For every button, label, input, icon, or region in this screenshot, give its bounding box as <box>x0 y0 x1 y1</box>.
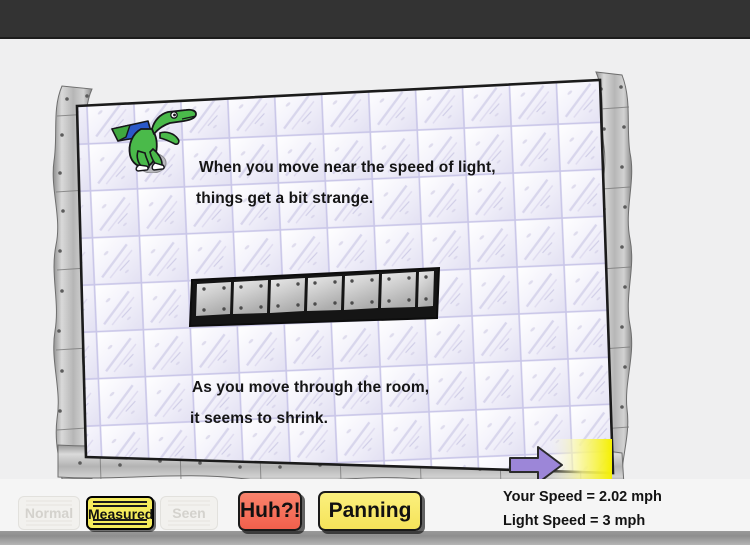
your-speed-status: Your Speed = 2.02 mph <box>503 489 662 505</box>
header-divider <box>0 37 750 39</box>
dino-arm <box>159 131 180 145</box>
decor-line <box>168 500 210 502</box>
dino-foot-back <box>135 164 149 172</box>
room-message-1-line-1: When you move near the speed of light, <box>199 159 496 176</box>
decor-line <box>26 520 72 522</box>
decor-line <box>93 523 147 525</box>
header-bar <box>0 0 750 37</box>
game-stage[interactable]: When you move near the speed of light, t… <box>0 39 750 479</box>
decor-line <box>93 501 147 503</box>
mode-button-seen[interactable]: Seen <box>160 496 218 530</box>
decor-line <box>26 524 72 526</box>
room-message-2-line-1: As you move through the room, <box>192 379 430 396</box>
window-footer-strip <box>0 531 750 545</box>
light-speed-status: Light Speed = 3 mph <box>503 513 646 529</box>
decor-line <box>168 524 210 526</box>
decor-line <box>26 500 72 502</box>
dino-pupil <box>173 113 176 117</box>
game-window: sfx ♪ Level 4: Measured for Measure Rese… <box>0 0 750 545</box>
room-message-1-line-2: things get a bit strange. <box>196 190 374 207</box>
mode-button-normal[interactable]: Normal <box>18 496 80 530</box>
room-message-2-line-2: it seems to shrink. <box>190 410 329 427</box>
decor-line <box>168 520 210 522</box>
mode-button-measured[interactable]: Measured <box>86 496 154 530</box>
help-button[interactable]: Huh?! <box>238 491 302 531</box>
decor-line <box>93 519 147 521</box>
camera-mode-button[interactable]: Panning <box>318 491 422 531</box>
dino-player[interactable] <box>108 101 204 173</box>
